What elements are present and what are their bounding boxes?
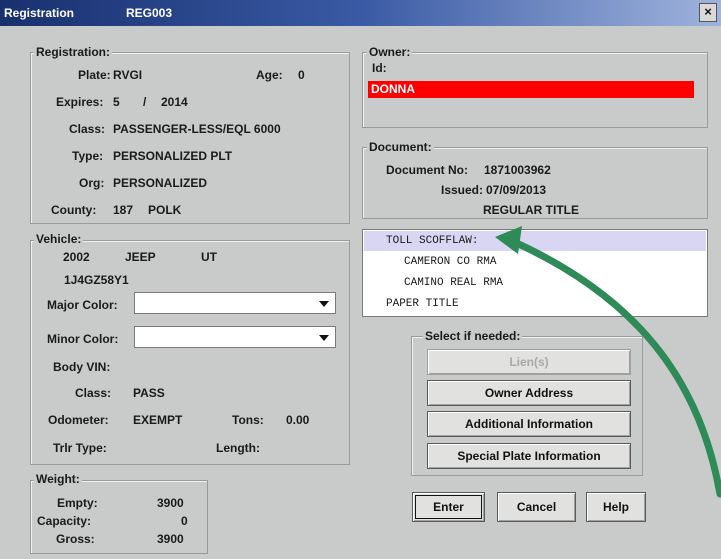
annotation-arrow-icon [495,226,721,498]
